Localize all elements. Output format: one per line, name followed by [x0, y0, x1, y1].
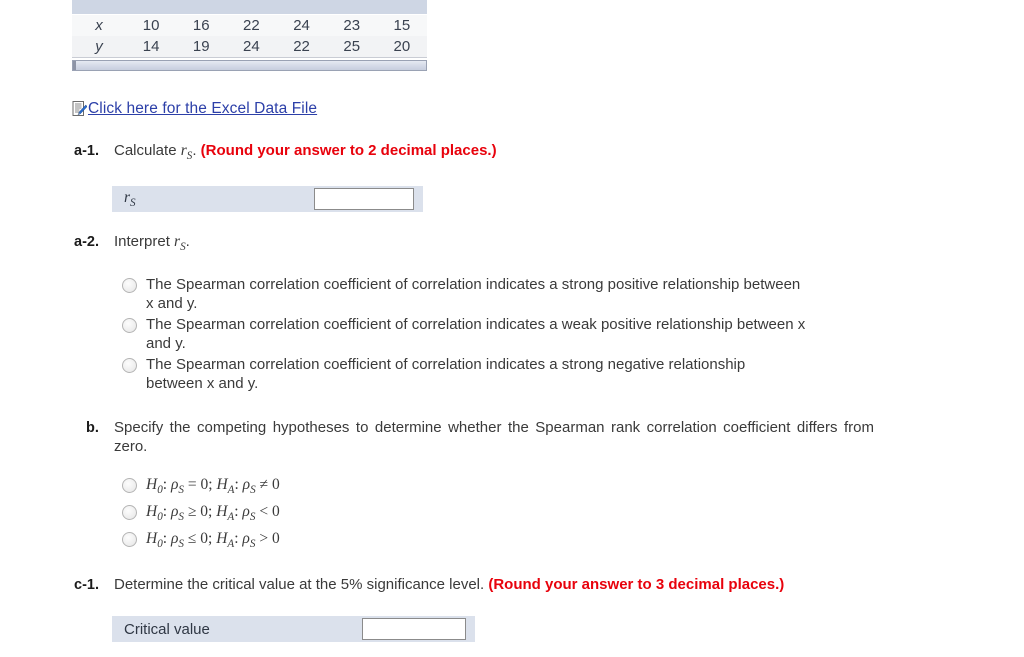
option-b-2-alt-rel: <	[259, 503, 269, 521]
table-cell: 20	[376, 36, 427, 57]
table-cell: 10	[126, 15, 177, 36]
question-c1-text-wrap: Determine the critical value at the 5% s…	[114, 576, 784, 593]
table-cell: 14	[126, 36, 177, 57]
question-a2-text: Interpret rS.	[114, 233, 190, 253]
data-table: x 10 16 22 24 23 15 y 14 19 24 22 25 20	[72, 15, 427, 57]
answer-row-critical-value-label: Critical value	[124, 620, 210, 638]
option-b-3-alt-val: 0	[271, 530, 280, 548]
table-cell: 16	[176, 15, 227, 36]
option-b-2-null-rel: ≥	[187, 503, 197, 521]
scrollbar-thumb[interactable]	[76, 61, 426, 70]
question-a2-label: a-2.	[74, 234, 99, 250]
option-a2-3-label: The Spearman correlation coefficient of …	[146, 356, 746, 392]
option-b-3-null-val: 0	[200, 530, 209, 548]
option-b-1-null-val: 0	[200, 476, 209, 493]
radio-button-icon[interactable]	[122, 278, 137, 293]
table-bottom-rule	[72, 57, 427, 58]
option-a2-3[interactable]: The Spearman correlation coefficient of …	[122, 355, 806, 393]
question-b: b. Specify the competing hypotheses to d…	[86, 418, 874, 456]
option-b-3[interactable]: H0: ρS ≤ 0; HA: ρS > 0	[122, 529, 280, 554]
option-b-3-alt-rel: >	[259, 530, 269, 548]
table-horizontal-scrollbar[interactable]	[72, 60, 427, 71]
symbol-rs: rS	[174, 233, 186, 254]
table-row: y 14 19 24 22 25 20	[72, 36, 427, 57]
option-b-1-alt-val: 0	[271, 476, 280, 493]
excel-data-file-link[interactable]: Click here for the Excel Data File	[72, 100, 317, 118]
option-b-1[interactable]: H0: ρS = 0; HA: ρS ≠ 0	[122, 475, 280, 500]
option-b-1-label: H0: ρS = 0; HA: ρS ≠ 0	[146, 476, 280, 497]
option-b-2[interactable]: H0: ρS ≥ 0; HA: ρS < 0	[122, 502, 280, 527]
question-c1-instruction: (Round your answer to 3 decimal places.)	[488, 576, 785, 593]
table-cell: 25	[326, 36, 377, 57]
question-a1-text-after: .	[192, 142, 197, 159]
option-a2-2-label: The Spearman correlation coefficient of …	[146, 316, 806, 352]
question-c1: c-1. Determine the critical value at the…	[74, 576, 784, 593]
question-b-label: b.	[86, 420, 99, 436]
radio-button-icon[interactable]	[122, 358, 137, 373]
option-a2-1[interactable]: The Spearman correlation coefficient of …	[122, 275, 806, 313]
table-cell: 24	[276, 15, 327, 36]
question-a2-text-after: .	[185, 233, 190, 250]
option-b-2-null-val: 0	[200, 503, 209, 521]
table-cell: 19	[176, 36, 227, 57]
question-a1-label: a-1.	[74, 143, 99, 159]
question-a2-text-plain: Interpret	[114, 233, 175, 250]
table-cell: 22	[276, 36, 327, 57]
symbol-rs: rS	[180, 142, 193, 163]
table-cell: 15	[376, 15, 427, 36]
question-a2: a-2. Interpret rS.	[74, 233, 190, 253]
option-b-3-label: H0: ρS ≤ 0; HA: ρS > 0	[146, 530, 280, 551]
table-row: x 10 16 22 24 23 15	[72, 15, 427, 36]
question-a1-text-plain: Calculate	[114, 142, 181, 159]
table-row-label-x: x	[72, 15, 126, 36]
option-b-2-label: H0: ρS ≥ 0; HA: ρS < 0	[146, 503, 280, 524]
answer-row-rs: rS	[112, 186, 423, 212]
question-a1-text: Calculate rS. (Round your answer to 2 de…	[114, 142, 497, 162]
question-a1-instruction: (Round your answer to 2 decimal places.)	[200, 142, 497, 159]
question-c1-label: c-1.	[74, 577, 99, 593]
data-table-container: x 10 16 22 24 23 15 y 14 19 24 22 25 20	[72, 0, 427, 58]
table-cell: 23	[326, 15, 377, 36]
excel-link-label[interactable]: Click here for the Excel Data File	[88, 100, 317, 118]
excel-document-icon	[72, 101, 88, 117]
radio-button-icon[interactable]	[122, 478, 137, 493]
option-b-1-null-rel: =	[187, 476, 197, 493]
answer-row-critical-value: Critical value	[112, 616, 475, 642]
symbol-rs: rS	[124, 188, 136, 210]
question-c1-text: Determine the critical value at the 5% s…	[114, 576, 485, 593]
answer-row-rs-label: rS	[112, 189, 314, 209]
critical-value-input[interactable]	[362, 618, 466, 640]
table-row-label-y: y	[72, 36, 126, 57]
option-b-2-alt-val: 0	[271, 503, 280, 521]
option-a2-2[interactable]: The Spearman correlation coefficient of …	[122, 315, 806, 353]
option-b-1-alt-rel: ≠	[259, 476, 269, 493]
question-b-text: Specify the competing hypotheses to dete…	[114, 419, 874, 455]
table-cell: 24	[226, 36, 277, 57]
question-a1: a-1. Calculate rS. (Round your answer to…	[74, 142, 497, 162]
table-cell: 22	[226, 15, 277, 36]
radio-button-icon[interactable]	[122, 532, 137, 548]
table-header-band	[72, 0, 427, 15]
option-b-3-null-rel: ≤	[187, 530, 197, 548]
question-a2-options: The Spearman correlation coefficient of …	[122, 275, 806, 395]
option-a2-1-label: The Spearman correlation coefficient of …	[146, 276, 801, 312]
rs-input[interactable]	[314, 188, 414, 210]
radio-button-icon[interactable]	[122, 318, 137, 333]
radio-button-icon[interactable]	[122, 505, 137, 521]
question-b-options: H0: ρS = 0; HA: ρS ≠ 0 H0: ρS ≥ 0; HA: ρ…	[122, 475, 280, 556]
